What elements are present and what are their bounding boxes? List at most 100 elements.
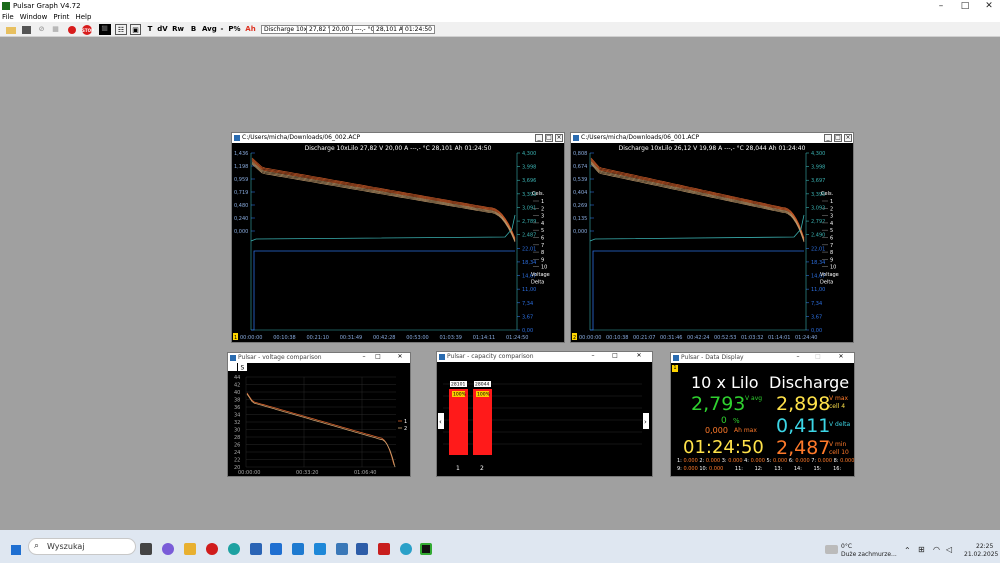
toolbar-percent[interactable]: P% xyxy=(228,24,241,35)
app-icon-5[interactable] xyxy=(378,543,390,555)
menu-window[interactable]: Window xyxy=(20,13,48,21)
toolbar-avg[interactable]: Avg xyxy=(202,24,217,35)
clock-time: 22:25 xyxy=(976,543,994,550)
chart-icon[interactable]: ☷ xyxy=(115,24,127,35)
x-tick-label: 01:24:50 xyxy=(506,335,528,341)
graph-right-svg: 0,808 0,674 0,539 0,404 0,269 0,135 0,000 4,300… xyxy=(572,151,839,341)
toolbar-t[interactable]: T xyxy=(147,24,153,35)
pulsar-taskbar-icon[interactable] xyxy=(420,543,432,555)
save-icon[interactable] xyxy=(22,26,31,34)
menu-help[interactable]: Help xyxy=(75,13,91,21)
close-button[interactable]: ✕ xyxy=(396,354,404,362)
legend-item: 9 xyxy=(541,257,544,263)
chevron-up-icon[interactable]: ⌃ xyxy=(904,546,911,555)
left-tick-label: 1,198 xyxy=(234,164,248,170)
capacity-caption: Pulsar - capacity comparison xyxy=(437,352,652,362)
menu-print[interactable]: Print xyxy=(53,13,69,21)
open-folder-icon[interactable] xyxy=(6,27,16,34)
app-icon-2[interactable] xyxy=(314,543,326,555)
task-view-icon[interactable] xyxy=(140,543,152,555)
panel-icon[interactable]: ⬛ xyxy=(99,24,111,35)
cell-voltage-curve xyxy=(590,162,805,242)
legend-item: 3 xyxy=(830,214,833,220)
image-icon[interactable]: ▣ xyxy=(130,24,141,35)
minimize-button[interactable]: _ xyxy=(824,134,832,142)
grid-icon[interactable]: ▦ xyxy=(51,24,60,35)
y-tick-label: 34 xyxy=(234,413,240,419)
app-icon-4[interactable] xyxy=(356,543,368,555)
menu-file[interactable]: File xyxy=(2,13,14,21)
language-icon[interactable]: ⊞ xyxy=(918,545,925,554)
maximize-button[interactable]: □ xyxy=(834,134,842,142)
toolbar-rw[interactable]: Rw xyxy=(172,24,184,35)
graph-window-right[interactable]: C:/Users/micha/Downloads/06_001.ACP _ □ … xyxy=(570,132,854,343)
app-icon-1[interactable] xyxy=(292,543,304,555)
opera-icon[interactable] xyxy=(206,543,218,555)
toolbar-dash[interactable]: - xyxy=(219,24,225,35)
maximize-button[interactable]: □ xyxy=(952,0,978,12)
graph-window-left[interactable]: C:/Users/micha/Downloads/06_002.ACP _ □ … xyxy=(231,132,565,343)
toolbar-dv[interactable]: dV xyxy=(157,24,168,35)
search-box[interactable]: ⌕ Wyszukaj xyxy=(28,538,136,555)
left-tick-label: 0,539 xyxy=(573,177,587,183)
maximize-button[interactable]: □ xyxy=(545,134,553,142)
graph-marker-label: 1 xyxy=(234,335,237,341)
outlook-icon[interactable] xyxy=(270,543,282,555)
maximize-button[interactable]: □ xyxy=(374,354,382,362)
voltage-plot[interactable]: S 44 42 40 38 36 34 32 30 28 26 24 22 20 00:00:00 00:33… xyxy=(228,363,410,476)
graph-right-plot[interactable]: Discharge 10xLilo 26,12 V 19,98 A ---,- … xyxy=(571,143,853,342)
toolbar-b[interactable]: B xyxy=(190,24,197,35)
minimize-button[interactable]: – xyxy=(589,353,597,361)
toolbar-ah[interactable]: Ah xyxy=(245,24,256,35)
left-tick-label: 0,269 xyxy=(573,203,587,209)
legend-item: Delta xyxy=(531,279,544,285)
percent-value: 0 xyxy=(721,416,727,426)
data-display-window[interactable]: Pulsar - Data Display – □ ✕ 1 10 x Lilo … xyxy=(670,352,855,477)
y-tick-label: 24 xyxy=(234,450,240,456)
right-tick-label: 22,01 xyxy=(522,246,536,252)
record-icon[interactable] xyxy=(68,26,76,34)
minimize-button[interactable]: – xyxy=(360,354,368,362)
minimize-button[interactable]: – xyxy=(928,0,954,12)
right-tick-label: 3,696 xyxy=(522,178,536,184)
minimize-button[interactable]: – xyxy=(794,354,802,362)
cell-voltage-entry: 13: xyxy=(774,466,784,472)
legend-item: 4 xyxy=(541,221,544,227)
app-icon-3[interactable] xyxy=(336,543,348,555)
close-button[interactable]: × xyxy=(555,134,563,142)
start-icon[interactable] xyxy=(11,545,21,555)
cell-voltage-curve xyxy=(251,157,516,239)
wifi-icon[interactable]: ◠ xyxy=(933,545,940,554)
close-button[interactable]: ✕ xyxy=(635,353,643,361)
graph-left-plot[interactable]: Discharge 10xLilo 27,82 V 20,00 A ---,- … xyxy=(232,143,564,342)
store-icon[interactable] xyxy=(250,543,262,555)
edge-icon[interactable] xyxy=(228,543,240,555)
left-tick-label: 0,000 xyxy=(573,229,587,235)
copilot-icon[interactable] xyxy=(162,543,174,555)
stop-icon[interactable]: STOP xyxy=(82,25,94,35)
cell-voltage-curve xyxy=(251,161,516,241)
cell-voltage-curve xyxy=(590,161,805,241)
v-min-cell: cell 10 xyxy=(829,449,849,456)
close-button[interactable]: × xyxy=(844,134,852,142)
capacity-plot[interactable]: ‹ › 28101 100% 1 28044 100% 2 xyxy=(437,362,652,476)
x-tick-label: 00:00:00 xyxy=(240,335,262,341)
volume-icon[interactable]: ◁ xyxy=(946,545,952,554)
legend-item: Delta xyxy=(820,279,833,285)
maximize-button[interactable]: □ xyxy=(611,353,619,361)
v-avg-label: V avg xyxy=(745,395,763,402)
cell-voltage-entry: 0.000 xyxy=(772,458,789,464)
right-tick-label: 2,792 xyxy=(811,219,825,225)
capacity-comparison-window[interactable]: Pulsar - capacity comparison – □ ✕ ‹ › 281… xyxy=(436,351,653,477)
v-delta-label: V delta xyxy=(829,421,851,428)
app-icon-6[interactable] xyxy=(400,543,412,555)
close-button[interactable]: ✕ xyxy=(837,354,845,362)
minimize-button[interactable]: _ xyxy=(535,134,543,142)
file-explorer-icon[interactable] xyxy=(184,543,196,555)
voltage-comparison-window[interactable]: Pulsar - voltage comparison – □ ✕ S 44 42 4… xyxy=(227,352,411,477)
close-button[interactable]: ✕ xyxy=(976,0,1000,12)
link-icon[interactable]: ⊘ xyxy=(37,24,46,35)
right-tick-label: 0,00 xyxy=(522,328,533,334)
maximize-button[interactable]: □ xyxy=(814,354,822,362)
voltage-svg: S4442403836343230282624222000:00:00 00:33… xyxy=(228,363,407,476)
